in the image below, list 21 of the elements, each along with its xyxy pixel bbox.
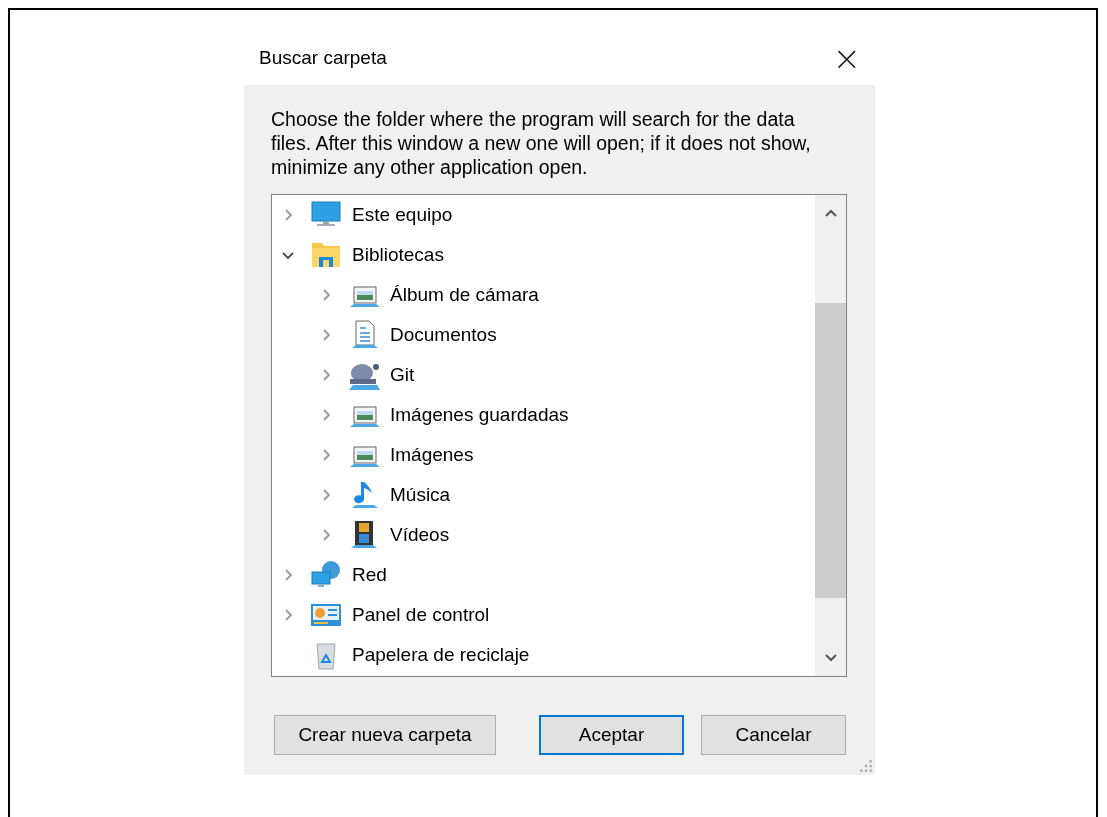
tree-item[interactable]: Panel de control: [352, 604, 490, 626]
scrollbar-thumb[interactable]: [815, 303, 846, 598]
window-title: Buscar carpeta: [259, 46, 387, 69]
tree-item[interactable]: Documentos: [390, 324, 497, 346]
close-button[interactable]: ×: [832, 40, 861, 75]
dialog-button[interactable]: Cancelar: [701, 715, 846, 755]
tree-item[interactable]: Este equipo: [352, 204, 453, 226]
tree-item[interactable]: Imágenes guardadas: [390, 404, 569, 426]
tree-item[interactable]: Git: [390, 364, 415, 386]
tree-item[interactable]: Vídeos: [390, 524, 450, 546]
default-button[interactable]: Aceptar: [539, 715, 684, 755]
tree-item[interactable]: Bibliotecas: [352, 244, 444, 266]
instructions-text: Choose the folder where the program will search for the data files. After this window a new one will open; if it does not show, minimize any other application open.: [271, 107, 812, 179]
tree-item[interactable]: Papelera de reciclaje: [352, 644, 530, 666]
dialog-button[interactable]: Crear nueva carpeta: [274, 715, 496, 755]
scrollbar[interactable]: [815, 195, 846, 676]
tree-item[interactable]: Imágenes: [390, 444, 474, 466]
tree-item[interactable]: Álbum de cámara: [390, 284, 539, 306]
tree-item[interactable]: Red: [352, 564, 387, 586]
tree-item[interactable]: Música: [390, 484, 451, 506]
resize-grip-icon[interactable]: [859, 759, 873, 773]
